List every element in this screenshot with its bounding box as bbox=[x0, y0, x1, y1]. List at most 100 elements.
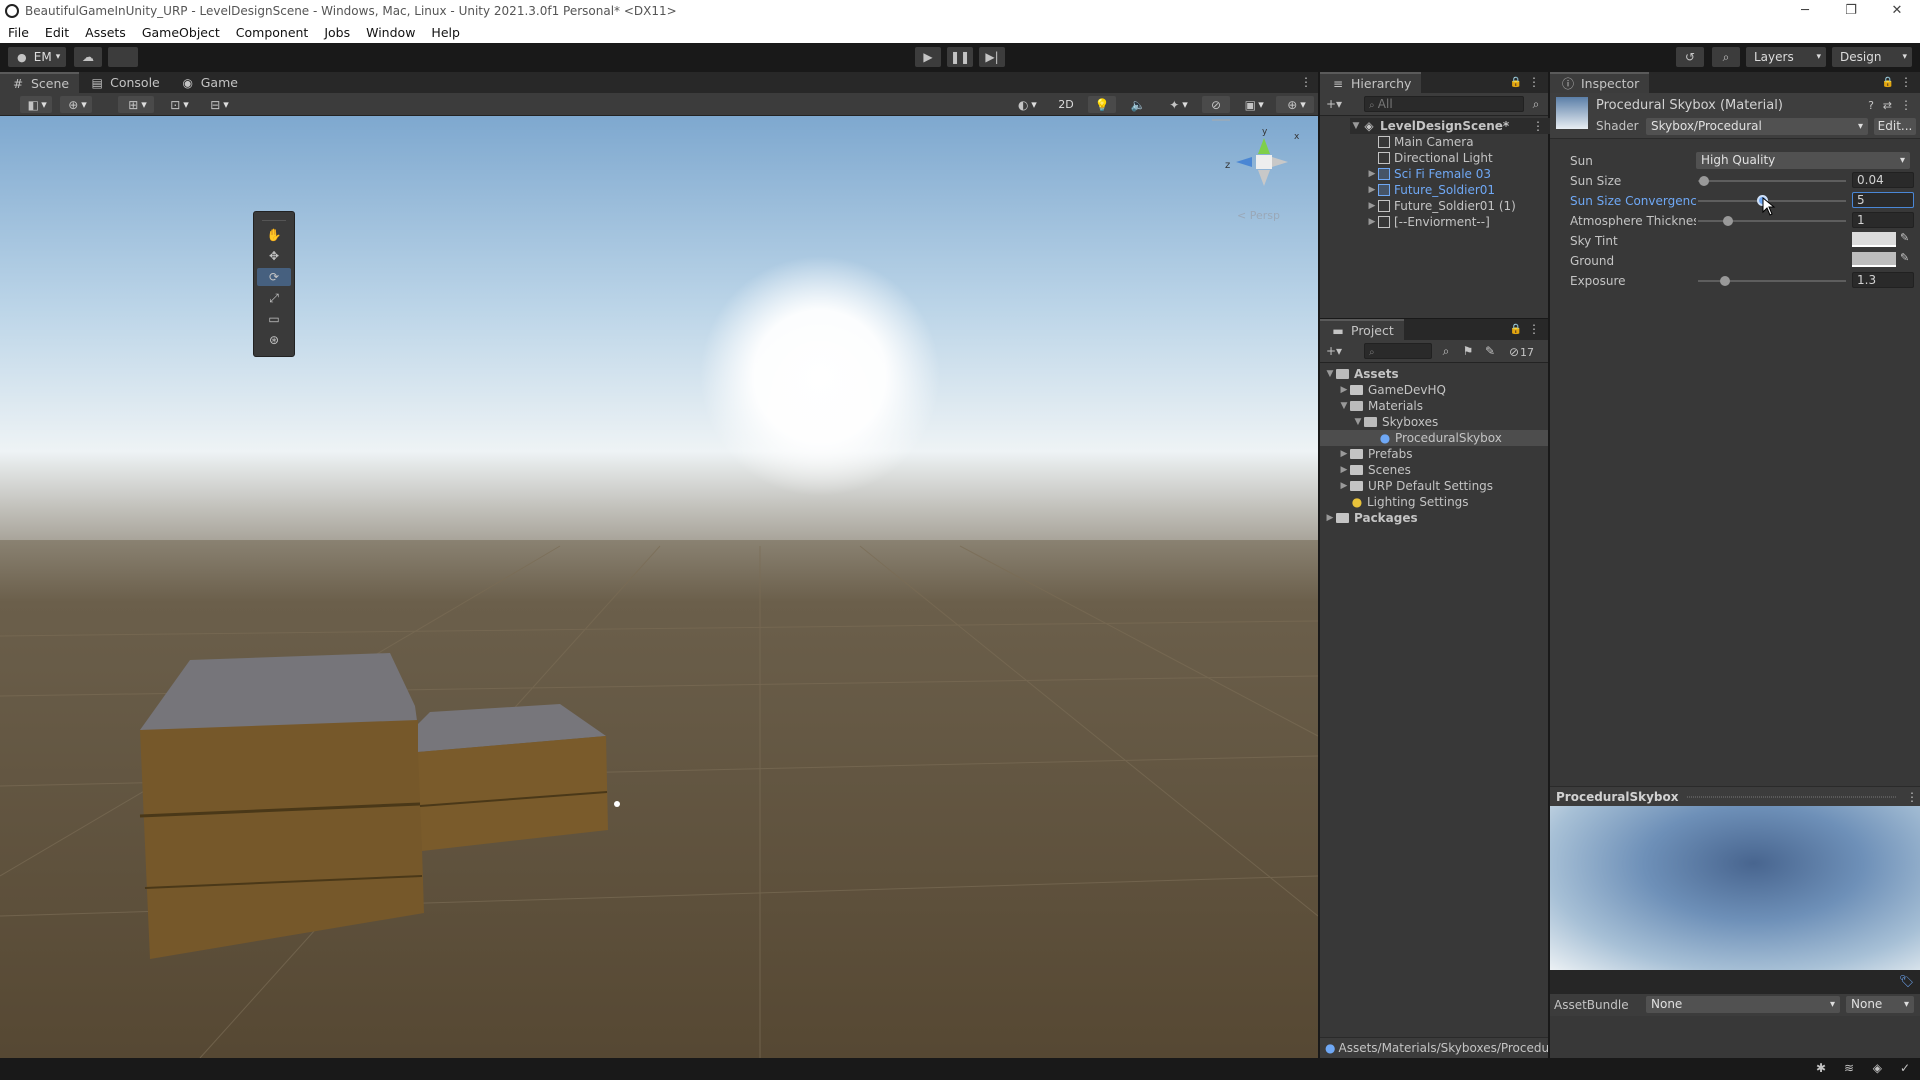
hierarchy-scene-root[interactable]: ▼ ◈ LevelDesignScene* ⋮ bbox=[1350, 118, 1550, 134]
expand-arrow-icon[interactable]: ▶ bbox=[1338, 465, 1350, 475]
project-item-materials[interactable]: ▼ Materials bbox=[1338, 398, 1560, 414]
scene-render[interactable] bbox=[0, 116, 1318, 1058]
expand-arrow-icon[interactable]: ▼ bbox=[1324, 369, 1336, 379]
kebab-menu-icon[interactable]: ⋮ bbox=[1526, 74, 1542, 90]
perspective-label[interactable]: < Persp bbox=[1237, 209, 1280, 222]
shader-dropdown[interactable]: Skybox/Procedural bbox=[1646, 118, 1868, 135]
favorite-icon[interactable]: ✎ bbox=[1482, 343, 1498, 359]
kebab-menu-icon[interactable]: ⋮ bbox=[1900, 98, 1912, 112]
tab-project[interactable]: ▬ Project bbox=[1320, 319, 1404, 340]
effects-dropdown[interactable]: ✦ ▾ bbox=[1158, 96, 1196, 113]
account-dropdown[interactable]: ● EM ▾ bbox=[8, 47, 66, 67]
menu-window[interactable]: Window bbox=[358, 25, 423, 40]
lock-icon[interactable]: 🔒 bbox=[1508, 74, 1524, 90]
tag-icon[interactable]: 🏷 bbox=[1899, 974, 1914, 988]
search-filter-icon[interactable]: ⌕ bbox=[1528, 96, 1544, 112]
expand-arrow-icon[interactable]: ▶ bbox=[1338, 481, 1350, 491]
expand-arrow-icon[interactable]: ▶ bbox=[1324, 513, 1336, 523]
expand-arrow-icon[interactable]: ▶ bbox=[1366, 169, 1378, 179]
search-button[interactable]: ⌕ bbox=[1712, 47, 1740, 67]
project-item-gamedevhq[interactable]: ▶ GameDevHQ bbox=[1338, 382, 1560, 398]
cloud-button[interactable]: ☁ bbox=[74, 47, 102, 67]
menu-file[interactable]: File bbox=[0, 25, 37, 40]
crate-large[interactable] bbox=[139, 653, 424, 959]
kebab-menu-icon[interactable]: ⋮ bbox=[1526, 321, 1542, 337]
maximize-button[interactable]: ❐ bbox=[1828, 0, 1874, 22]
search-by-type-icon[interactable]: ⌕ bbox=[1438, 343, 1454, 359]
kebab-menu-icon[interactable]: ⋮ bbox=[1898, 74, 1914, 90]
sun-dropdown[interactable]: High Quality bbox=[1696, 152, 1910, 169]
step-button[interactable]: ▶| bbox=[979, 47, 1005, 67]
project-item-lighting-settings[interactable]: ● Lighting Settings bbox=[1350, 494, 1572, 510]
ground-color-swatch[interactable] bbox=[1852, 252, 1896, 267]
play-button[interactable]: ▶ bbox=[915, 47, 941, 67]
sky-tint-color-swatch[interactable] bbox=[1852, 232, 1896, 247]
increment-snap-dropdown[interactable]: ⊡ ▾ bbox=[162, 96, 194, 113]
menu-help[interactable]: Help bbox=[423, 25, 468, 40]
add-icon[interactable]: +▾ bbox=[1326, 96, 1342, 112]
minimize-button[interactable]: ─ bbox=[1782, 0, 1828, 22]
expand-arrow-icon[interactable]: ▼ bbox=[1338, 401, 1350, 411]
eyedropper-icon[interactable]: ✎ bbox=[1900, 251, 1909, 264]
hand-tool-icon[interactable]: ✋ bbox=[257, 226, 291, 244]
thickness-field[interactable]: 1 bbox=[1852, 212, 1914, 228]
menu-edit[interactable]: Edit bbox=[37, 25, 77, 40]
preview-header[interactable]: ProceduralSkybox ⋮ bbox=[1550, 786, 1920, 806]
project-item-scenes[interactable]: ▶ Scenes bbox=[1338, 462, 1560, 478]
toggle-2d-button[interactable]: 2D bbox=[1052, 96, 1080, 113]
tab-hierarchy[interactable]: ≡ Hierarchy bbox=[1320, 72, 1422, 93]
collab-button[interactable] bbox=[108, 47, 138, 67]
lighting-bake-icon[interactable]: ◈ bbox=[1873, 1061, 1882, 1075]
project-item-urp-settings[interactable]: ▶ URP Default Settings bbox=[1338, 478, 1560, 494]
draw-shaded-dropdown[interactable]: ◐ ▾ bbox=[1006, 96, 1046, 113]
layers-dropdown[interactable]: Layers ▾ bbox=[1746, 47, 1826, 67]
ruler-dropdown[interactable]: ⊟ ▾ bbox=[200, 96, 236, 113]
expand-arrow-icon[interactable]: ▶ bbox=[1338, 385, 1350, 395]
scale-tool-icon[interactable]: ⤢ bbox=[257, 289, 291, 307]
project-item-prefabs[interactable]: ▶ Prefabs bbox=[1338, 446, 1560, 462]
render-mode-dropdown[interactable]: ⊕ ▾ bbox=[60, 96, 92, 113]
tab-scene[interactable]: # Scene bbox=[0, 72, 80, 93]
crate-small[interactable] bbox=[418, 704, 608, 851]
rotate-tool-icon[interactable]: ⟳ bbox=[257, 268, 291, 286]
lock-icon[interactable]: 🔒 bbox=[1508, 321, 1524, 337]
grid-snap-dropdown[interactable]: ⊞ ▾ bbox=[118, 96, 154, 113]
kebab-menu-icon[interactable]: ⋮ bbox=[1904, 789, 1920, 805]
expand-arrow-icon[interactable]: ▶ bbox=[1338, 449, 1350, 459]
asset-bundle-variant-dropdown[interactable]: None bbox=[1846, 996, 1914, 1013]
help-icon[interactable]: ? bbox=[1868, 99, 1874, 112]
sun-size-slider[interactable] bbox=[1698, 180, 1846, 182]
hidden-packages-toggle[interactable]: ⊘17 bbox=[1508, 344, 1534, 360]
menu-jobs[interactable]: Jobs bbox=[316, 25, 358, 40]
project-item-packages[interactable]: ▶ Packages bbox=[1324, 510, 1546, 526]
project-search-input[interactable]: ⌕ bbox=[1364, 343, 1432, 359]
scene-viewport[interactable]: ✋ ✥ ⟳ ⤢ ▭ ⊛ z x y < Persp bbox=[0, 116, 1318, 1058]
palette-handle[interactable] bbox=[262, 215, 286, 221]
audio-toggle[interactable]: 🔈 bbox=[1124, 96, 1152, 113]
lock-icon[interactable]: 🔒 bbox=[1880, 74, 1896, 90]
draw-mode-dropdown[interactable]: ◧ ▾ bbox=[20, 96, 52, 113]
add-icon[interactable]: +▾ bbox=[1326, 343, 1342, 359]
expand-arrow-icon[interactable]: ▼ bbox=[1352, 417, 1364, 427]
move-tool-icon[interactable]: ✥ bbox=[257, 247, 291, 265]
expand-arrow-icon[interactable]: ▶ bbox=[1366, 185, 1378, 195]
sun-size-slider-knob[interactable] bbox=[1698, 176, 1709, 186]
project-item-proceduralskybox[interactable]: ● ProceduralSkybox bbox=[1320, 430, 1548, 446]
exposure-slider-knob[interactable] bbox=[1719, 276, 1730, 286]
camera-dropdown[interactable]: ▣ ▾ bbox=[1234, 96, 1272, 113]
pause-button[interactable]: ❚❚ bbox=[947, 47, 973, 67]
thickness-slider-knob[interactable] bbox=[1722, 216, 1733, 226]
lighting-toggle[interactable]: 💡 bbox=[1088, 96, 1116, 113]
menu-component[interactable]: Component bbox=[228, 25, 317, 40]
undo-history-button[interactable]: ↺ bbox=[1676, 47, 1704, 67]
expand-arrow-icon[interactable]: ▶ bbox=[1366, 217, 1378, 227]
skybox-preview[interactable] bbox=[1550, 806, 1920, 970]
sun-size-field[interactable]: 0.04 bbox=[1852, 172, 1914, 188]
asset-bundle-dropdown[interactable]: None bbox=[1646, 996, 1840, 1013]
hierarchy-search-input[interactable]: ⌕ All bbox=[1364, 96, 1524, 112]
check-circle-icon[interactable]: ✓ bbox=[1900, 1061, 1910, 1075]
close-button[interactable]: ✕ bbox=[1874, 0, 1920, 22]
thickness-slider[interactable] bbox=[1698, 220, 1846, 222]
hidden-objects-toggle[interactable]: ⊘ bbox=[1202, 96, 1230, 113]
convergence-field[interactable]: 5 bbox=[1852, 192, 1914, 208]
